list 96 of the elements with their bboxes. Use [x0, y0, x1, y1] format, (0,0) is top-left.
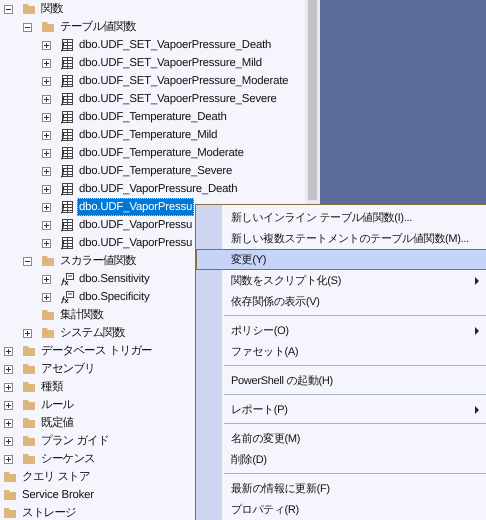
tree-item[interactable]: シーケンス	[39, 450, 98, 468]
tree-item[interactable]: dbo.UDF_Temperature_Mild	[77, 126, 220, 144]
expand-icon[interactable]	[42, 202, 50, 212]
tree-item[interactable]: dbo.Specificity	[77, 288, 152, 306]
folder-icon	[41, 21, 55, 33]
table-function-icon	[60, 74, 74, 88]
expand-icon[interactable]	[42, 238, 50, 248]
tree-item[interactable]: ストレージ	[20, 504, 78, 520]
table-function-icon	[60, 200, 74, 214]
tree-item[interactable]: スカラー値関数	[58, 252, 138, 270]
tree-item[interactable]: テーブル値関数	[58, 18, 138, 36]
folder-icon	[41, 255, 55, 267]
menu-item[interactable]: 関数をスクリプト化(S)	[196, 270, 486, 291]
menu-item[interactable]: ファセット(A)	[196, 341, 486, 362]
menu-item[interactable]: ポリシー(O)	[196, 320, 486, 341]
expand-icon[interactable]	[42, 130, 50, 140]
menu-item[interactable]: プロパティ(R)	[196, 499, 486, 520]
table-function-icon	[60, 128, 74, 142]
expand-icon[interactable]	[42, 274, 50, 284]
expand-icon[interactable]	[4, 436, 12, 446]
expand-icon[interactable]	[42, 40, 50, 50]
tree-item[interactable]: アセンブリ	[39, 360, 98, 378]
tree-item[interactable]: dbo.UDF_Temperature_Death	[77, 108, 229, 126]
tree-item[interactable]: データベース トリガー	[39, 342, 154, 360]
tree-item[interactable]: システム関数	[58, 324, 127, 342]
collapse-icon[interactable]	[22, 22, 32, 32]
expand-icon[interactable]	[22, 328, 32, 338]
folder-icon	[22, 381, 36, 393]
tree-item[interactable]: 関数	[39, 0, 65, 18]
table-function-icon	[60, 110, 74, 124]
tree-item[interactable]: dbo.UDF_SET_VapoerPressure_Severe	[77, 90, 279, 108]
expand-icon[interactable]	[42, 112, 50, 122]
table-function-icon	[60, 56, 74, 70]
expand-icon[interactable]	[42, 292, 50, 302]
tree-item[interactable]: dbo.UDF_VaporPressu	[77, 234, 194, 252]
tree-item[interactable]: 種類	[39, 378, 65, 396]
tree-item[interactable]: ルール	[39, 396, 76, 414]
table-function-icon	[60, 164, 74, 178]
expand-icon[interactable]	[42, 148, 50, 158]
folder-icon	[22, 363, 36, 375]
menu-item[interactable]: 削除(D)	[196, 449, 486, 470]
expand-icon[interactable]	[42, 94, 50, 104]
menu-item[interactable]: 依存関係の表示(V)	[196, 291, 486, 312]
expand-icon[interactable]	[4, 346, 12, 356]
expand-icon[interactable]	[4, 400, 12, 410]
tree-item[interactable]: dbo.UDF_VaporPressu	[77, 198, 194, 216]
scalar-function-icon	[60, 272, 74, 286]
folder-icon	[22, 435, 36, 447]
tree-item[interactable]: dbo.UDF_VaporPressure_Death	[77, 180, 240, 198]
folder-icon	[22, 417, 36, 429]
tree-item[interactable]: dbo.UDF_SET_VapoerPressure_Mild	[77, 54, 264, 72]
expand-icon[interactable]	[42, 184, 50, 194]
expand-icon[interactable]	[42, 220, 50, 230]
menu-item[interactable]: PowerShell の起動(H)	[196, 370, 486, 391]
expand-icon[interactable]	[4, 454, 12, 464]
folder-icon	[41, 327, 55, 339]
folder-icon	[3, 489, 17, 501]
tree-item[interactable]: Service Broker	[20, 486, 96, 504]
tree-item[interactable]: dbo.UDF_Temperature_Severe	[77, 162, 234, 180]
collapse-icon[interactable]	[22, 256, 32, 266]
folder-icon	[22, 3, 36, 15]
folder-icon	[3, 471, 17, 483]
folder-icon	[22, 399, 36, 411]
folder-icon	[41, 309, 55, 321]
expand-icon[interactable]	[42, 166, 50, 176]
expand-icon[interactable]	[42, 76, 50, 86]
tree-item[interactable]: クエリ ストア	[20, 468, 92, 486]
folder-icon	[3, 507, 17, 519]
table-function-icon	[60, 38, 74, 52]
tree-item[interactable]: dbo.UDF_VaporPressu	[77, 216, 194, 234]
table-function-icon	[60, 218, 74, 232]
menu-item[interactable]: 最新の情報に更新(F)	[196, 478, 486, 499]
table-function-icon	[60, 92, 74, 106]
menu-item[interactable]: 新しい複数ステートメントのテーブル値関数(M)...	[196, 228, 486, 249]
menu-item[interactable]: レポート(P)	[196, 399, 486, 420]
expand-icon[interactable]	[42, 58, 50, 68]
table-function-icon	[60, 182, 74, 196]
table-function-icon	[60, 146, 74, 160]
tree-item[interactable]: dbo.UDF_Temperature_Moderate	[77, 144, 246, 162]
collapse-icon[interactable]	[4, 4, 12, 14]
expand-icon[interactable]	[4, 364, 12, 374]
menu-item[interactable]: 変更(Y)	[196, 249, 486, 270]
tree-item[interactable]: dbo.UDF_SET_VapoerPressure_Death	[77, 36, 274, 54]
tree-item[interactable]: 集計関数	[58, 306, 106, 324]
expand-icon[interactable]	[4, 418, 12, 428]
scalar-function-icon	[60, 290, 74, 304]
tree-item[interactable]: dbo.Sensitivity	[77, 270, 152, 288]
tree-item[interactable]: 既定値	[39, 414, 76, 432]
tree-item[interactable]: プラン ガイド	[39, 432, 111, 450]
folder-icon	[22, 453, 36, 465]
expand-icon[interactable]	[4, 382, 12, 392]
menu-item[interactable]: 名前の変更(M)	[196, 428, 486, 449]
table-function-icon	[60, 236, 74, 250]
folder-icon	[22, 345, 36, 357]
tree-item[interactable]: dbo.UDF_SET_VapoerPressure_Moderate	[77, 72, 290, 90]
menu-item[interactable]: 新しいインライン テーブル値関数(I)...	[196, 207, 486, 228]
